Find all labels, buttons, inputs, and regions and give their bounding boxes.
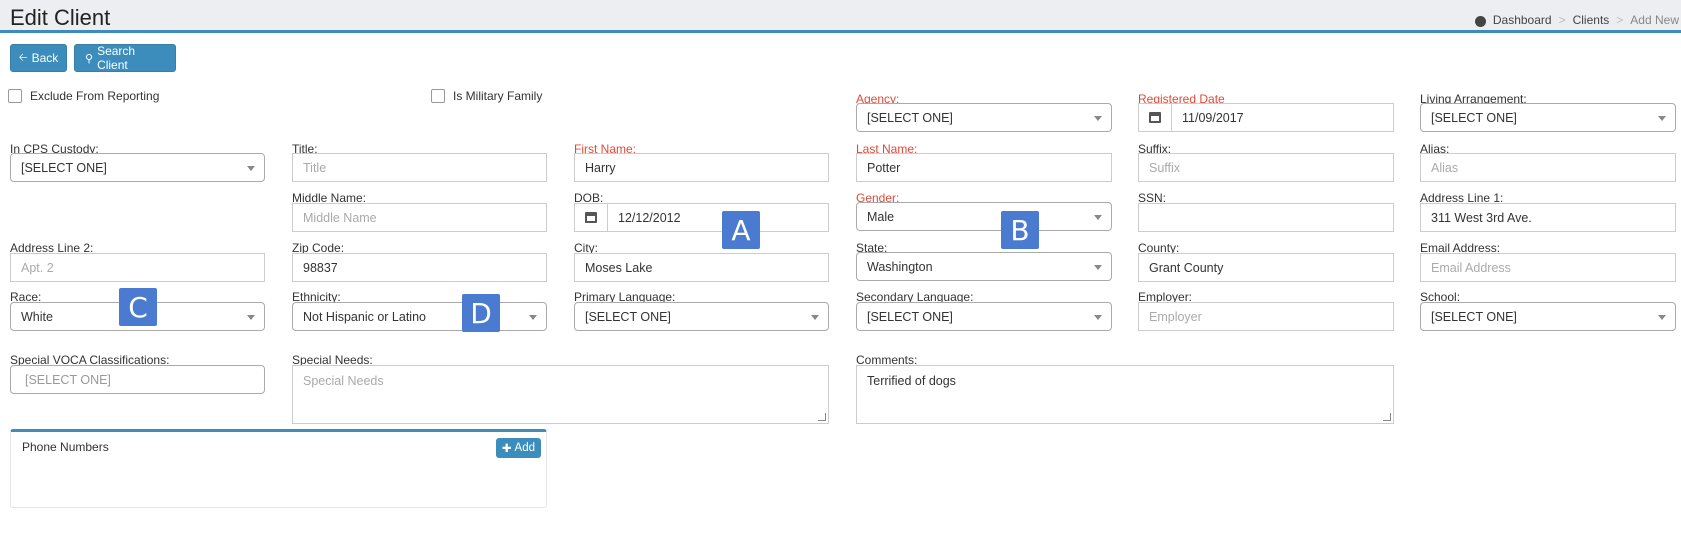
resize-handle[interactable] (1383, 413, 1391, 421)
primary-language-select[interactable]: [SELECT ONE] (574, 302, 829, 331)
cps-custody-select[interactable]: [SELECT ONE] (10, 153, 265, 182)
employer-input[interactable]: Employer (1138, 302, 1394, 331)
voca-multiselect[interactable]: [SELECT ONE] (10, 365, 265, 394)
chevron-down-icon (247, 166, 255, 171)
middle-name-input[interactable]: Middle Name (292, 203, 547, 232)
chevron-down-icon (1094, 315, 1102, 320)
state-select[interactable]: Washington (856, 252, 1112, 281)
breadcrumb-separator: > (1558, 13, 1566, 27)
chevron-down-icon (529, 315, 537, 320)
chevron-down-icon (811, 315, 819, 320)
breadcrumb-dashboard[interactable]: Dashboard (1493, 13, 1552, 27)
registered-date-field[interactable]: 11/09/2017 (1138, 103, 1394, 132)
agency-value: [SELECT ONE] (867, 110, 953, 125)
page-title: Edit Client (10, 5, 111, 30)
back-button[interactable]: 🡠 Back (10, 44, 67, 72)
marker-c: C (119, 288, 157, 326)
breadcrumb-separator: > (1616, 13, 1624, 27)
zip-code-input[interactable]: 98837 (292, 253, 547, 282)
living-arrangement-value: [SELECT ONE] (1431, 110, 1517, 125)
checkbox-box[interactable] (431, 89, 445, 103)
primary-language-value: [SELECT ONE] (585, 309, 671, 324)
last-name-input[interactable]: Potter (856, 153, 1112, 182)
comments-value: Terrified of dogs (867, 374, 956, 388)
email-input[interactable]: Email Address (1420, 253, 1676, 282)
chevron-down-icon (1658, 116, 1666, 121)
title-input[interactable]: Title (292, 153, 547, 182)
chevron-down-icon (1094, 265, 1102, 270)
race-value: White (21, 309, 53, 324)
ethnicity-value: Not Hispanic or Latino (303, 309, 426, 324)
school-value: [SELECT ONE] (1431, 309, 1517, 324)
chevron-down-icon (1094, 116, 1102, 121)
plus-icon: ✚ (501, 443, 512, 455)
phone-numbers-panel: Phone Numbers ✚ Add (10, 429, 547, 508)
resize-handle[interactable] (818, 413, 826, 421)
cps-custody-value: [SELECT ONE] (21, 160, 107, 175)
suffix-input[interactable]: Suffix (1138, 153, 1394, 182)
comments-textarea[interactable]: Terrified of dogs (856, 365, 1394, 424)
special-needs-placeholder: Special Needs (303, 374, 384, 388)
first-name-input[interactable]: Harry (574, 153, 829, 182)
school-select[interactable]: [SELECT ONE] (1420, 302, 1676, 331)
chevron-down-icon (1094, 215, 1102, 220)
living-arrangement-select[interactable]: [SELECT ONE] (1420, 103, 1676, 132)
military-family-label: Is Military Family (453, 89, 543, 103)
dob-value: 12/12/2012 (618, 210, 681, 225)
county-input[interactable]: Grant County (1138, 253, 1394, 282)
calendar-icon[interactable] (1139, 104, 1172, 131)
address-line-1-input[interactable]: 311 West 3rd Ave. (1420, 203, 1676, 232)
ssn-input[interactable] (1138, 203, 1394, 232)
marker-a: A (722, 211, 760, 249)
registered-date-value: 11/09/2017 (1182, 110, 1244, 125)
arrow-left-icon: 🡠 (18, 51, 28, 64)
exclude-from-reporting-label: Exclude From Reporting (30, 89, 160, 103)
exclude-from-reporting-checkbox[interactable]: Exclude From Reporting (8, 89, 159, 103)
back-button-label: Back (31, 51, 59, 65)
add-phone-button[interactable]: ✚ Add (495, 438, 541, 458)
alias-input[interactable]: Alias (1420, 153, 1676, 182)
address-line-2-input[interactable]: Apt. 2 (10, 253, 265, 282)
breadcrumb-clients[interactable]: Clients (1573, 13, 1610, 27)
gender-select[interactable]: Male (856, 202, 1112, 231)
checkbox-box[interactable] (8, 89, 22, 103)
special-needs-textarea[interactable]: Special Needs (292, 365, 829, 424)
dashboard-icon (1474, 15, 1486, 27)
marker-b: B (1001, 211, 1039, 249)
chevron-down-icon (1658, 315, 1666, 320)
gender-value: Male (867, 209, 895, 224)
search-client-label: Search Client (97, 44, 136, 72)
ethnicity-select[interactable]: Not Hispanic or Latino (292, 302, 547, 331)
search-client-button[interactable]: ⚲ Search Client (74, 44, 176, 72)
military-family-checkbox[interactable]: Is Military Family (431, 89, 542, 103)
calendar-icon[interactable] (575, 204, 608, 231)
breadcrumb: Dashboard > Clients > Add New (1474, 13, 1679, 27)
add-phone-label: Add (514, 442, 535, 454)
marker-d: D (462, 294, 500, 332)
city-input[interactable]: Moses Lake (574, 253, 829, 282)
dob-field[interactable]: 12/12/2012 (574, 203, 829, 232)
page-header: Edit Client Dashboard > Clients > Add Ne… (0, 0, 1681, 33)
secondary-language-value: [SELECT ONE] (867, 309, 953, 324)
agency-select[interactable]: [SELECT ONE] (856, 103, 1112, 132)
chevron-down-icon (247, 315, 255, 320)
search-icon: ⚲ (85, 52, 94, 65)
state-value: Washington (867, 259, 933, 274)
phone-numbers-title: Phone Numbers (22, 440, 109, 454)
breadcrumb-current: Add New (1630, 13, 1679, 27)
secondary-language-select[interactable]: [SELECT ONE] (856, 302, 1112, 331)
